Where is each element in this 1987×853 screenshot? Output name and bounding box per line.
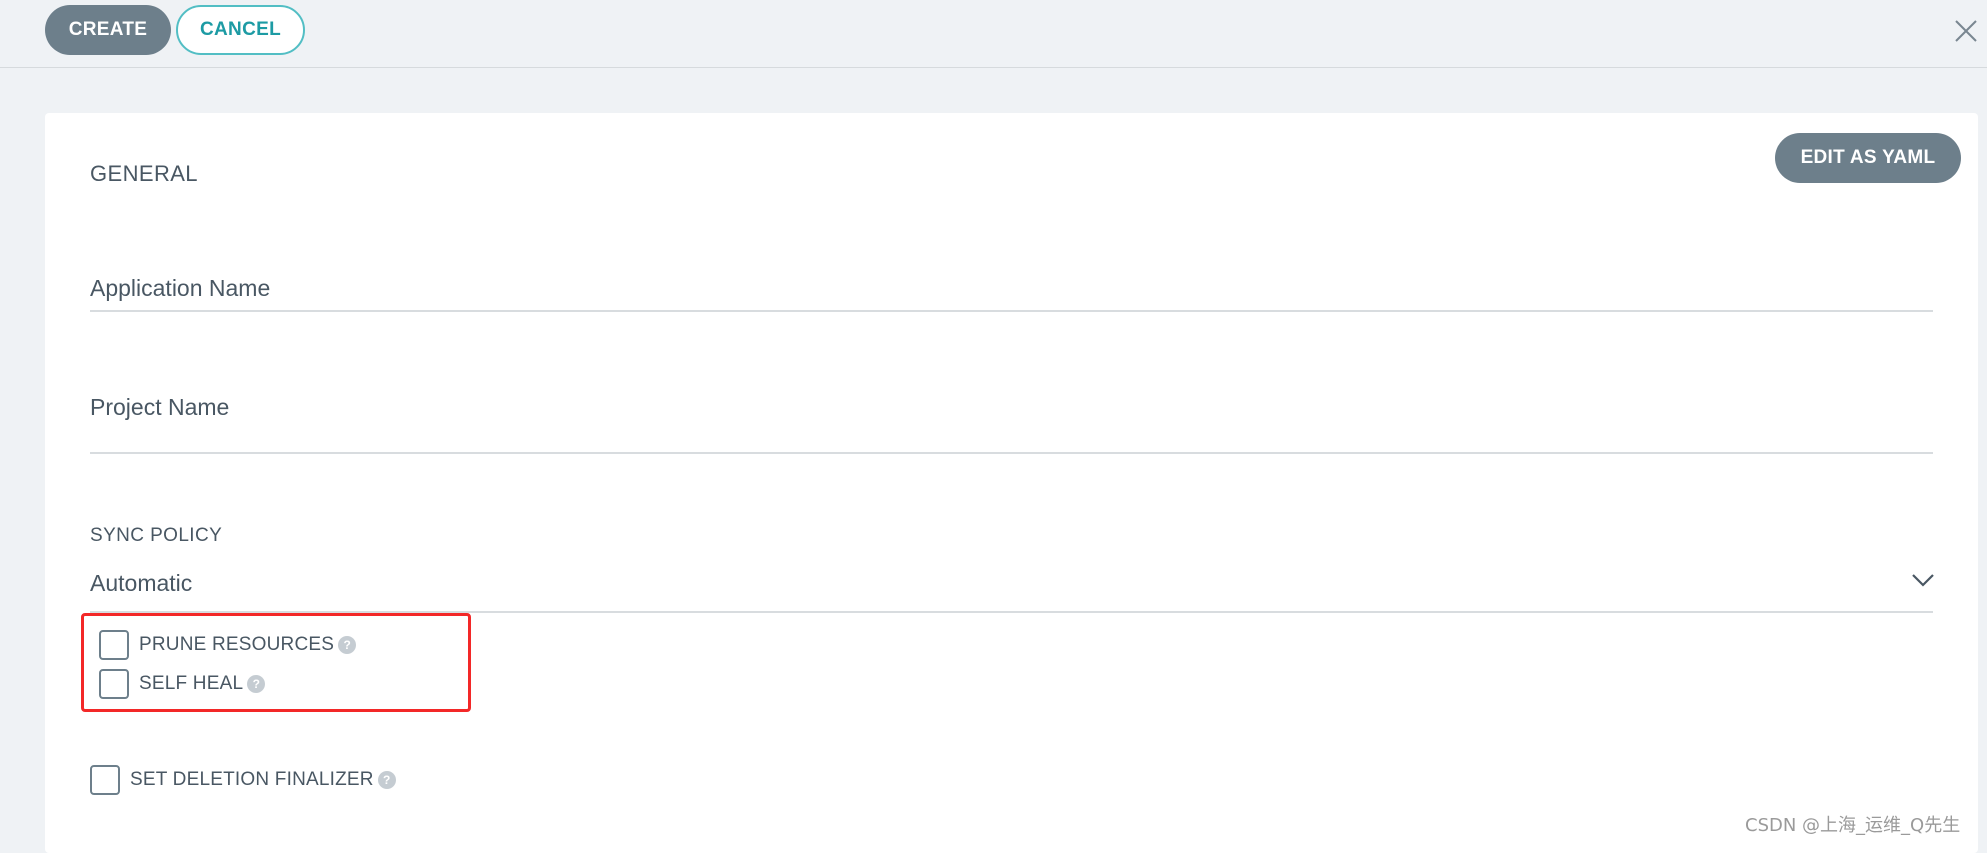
sync-policy-label: SYNC POLICY [90,525,223,546]
cancel-button[interactable]: CANCEL [176,5,305,55]
application-form-panel: EDIT AS YAML GENERAL Application Name Pr… [45,113,1978,853]
deletion-finalizer-label: SET DELETION FINALIZER [130,769,374,790]
create-button[interactable]: CREATE [45,5,171,55]
chevron-down-icon[interactable] [1911,572,1935,588]
general-section-title: GENERAL [90,161,198,186]
edit-as-yaml-button[interactable]: EDIT AS YAML [1775,133,1961,183]
project-name-label[interactable]: Project Name [90,394,229,421]
deletion-finalizer-option[interactable]: SET DELETION FINALIZER ? [90,765,396,795]
top-toolbar: CREATE CANCEL [0,0,1987,68]
annotation-highlight-box [81,613,471,712]
close-icon[interactable] [1953,18,1979,44]
sync-policy-select-value[interactable]: Automatic [90,570,192,597]
project-name-input[interactable] [90,452,1933,454]
watermark-text: CSDN @上海_运维_Q先生 [1745,815,1961,836]
deletion-finalizer-checkbox[interactable] [90,765,120,795]
application-name-label[interactable]: Application Name [90,275,270,302]
question-circle-icon[interactable]: ? [377,771,396,789]
application-name-input[interactable] [90,310,1933,312]
